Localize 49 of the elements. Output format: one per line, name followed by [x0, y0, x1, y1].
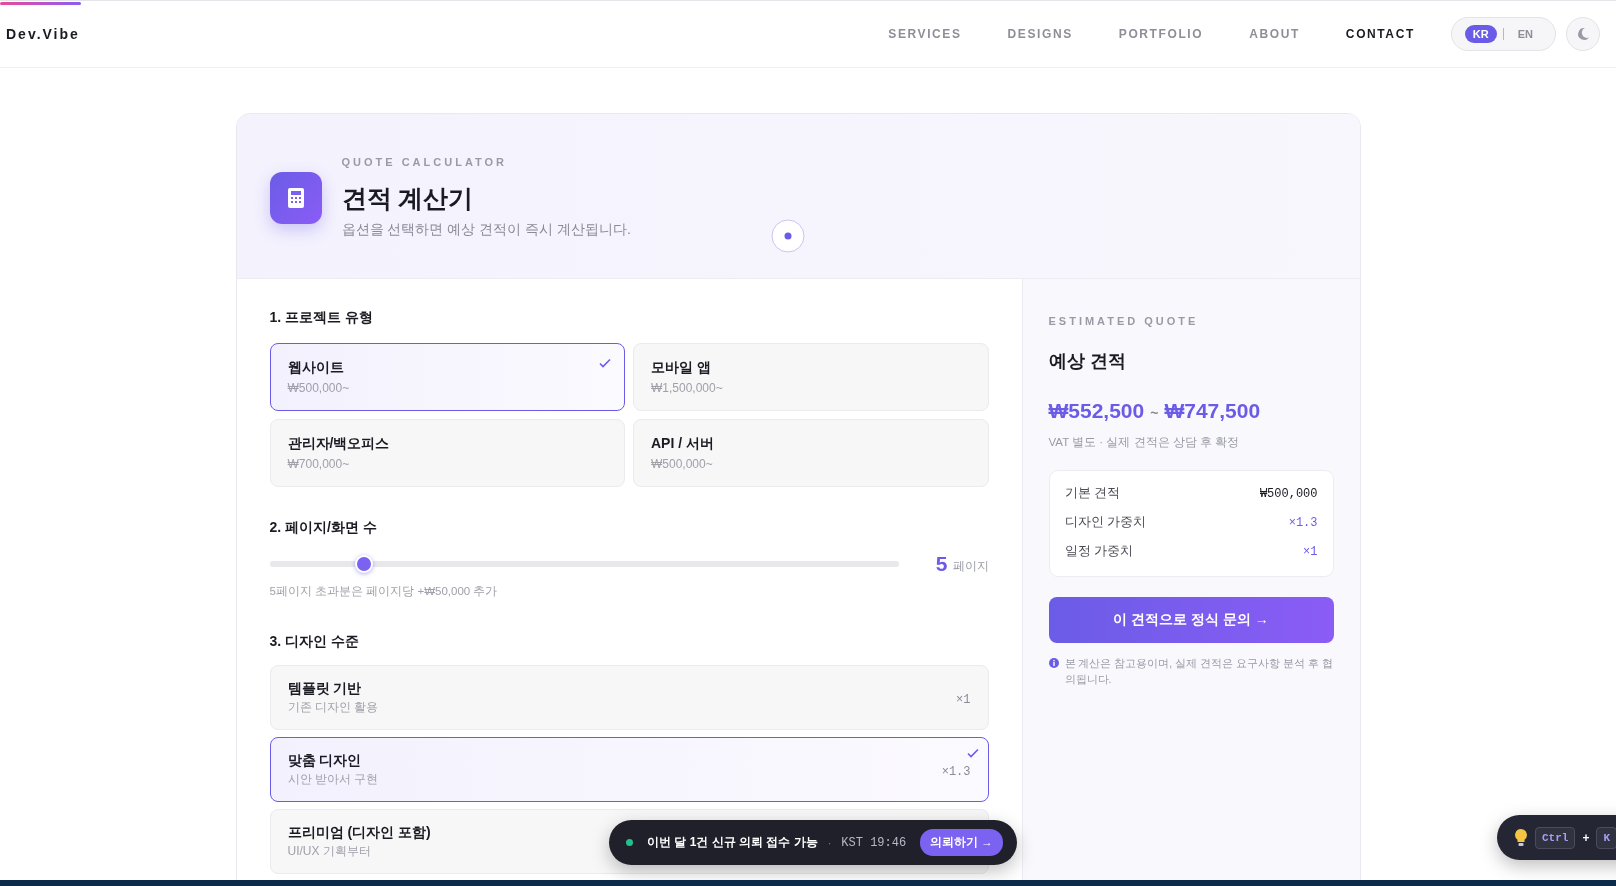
lightbulb-icon — [1514, 827, 1528, 848]
project-type-option[interactable]: 관리자/백오피스 ₩700,000~ — [269, 419, 625, 487]
calculator-subtitle: 옵션을 선택하면 예상 견적이 즉시 계산됩니다. — [341, 221, 631, 239]
page-count-hint: 5페이지 초과분은 페이지당 +₩50,000 추가 — [269, 584, 499, 599]
calculator-title: 견적 계산기 — [341, 183, 475, 214]
section-eyebrow: ESTIMATED QUOTE — [1048, 315, 1200, 327]
calculator-icon — [269, 172, 322, 224]
disclaimer-text: 본 계산은 참고용이며, 실제 견적은 요구사항 분석 후 협의됩니다. — [1064, 656, 1334, 688]
range-separator: ~ — [1150, 405, 1159, 421]
nav-link[interactable]: CONTACT — [1345, 27, 1415, 41]
check-icon — [965, 746, 980, 760]
section-title: 1. 프로젝트 유형 — [269, 309, 374, 327]
slider-thumb[interactable] — [354, 555, 373, 573]
design-level-option[interactable]: 맞춤 디자인 시안 받아서 구현 ×1.3 — [269, 737, 989, 802]
theme-toggle-button[interactable] — [1566, 17, 1600, 51]
keyboard-key: K — [1596, 826, 1616, 849]
availability-message: 이번 달 1건 신규 의뢰 접수 가능 — [647, 834, 818, 851]
breakdown-label: 일정 가중치 — [1064, 543, 1133, 560]
inquiry-button[interactable]: 이 견적으로 정식 문의 → — [1048, 597, 1334, 643]
quote-title: 예상 견적 — [1048, 350, 1127, 373]
section-eyebrow: QUOTE CALCULATOR — [341, 156, 509, 168]
breakdown-label: 디자인 가중치 — [1064, 514, 1146, 531]
page-count-value: 5 — [935, 552, 948, 576]
check-icon — [598, 356, 612, 370]
section-title: 3. 디자인 수준 — [269, 633, 360, 651]
page-count-unit: 페이지 — [952, 558, 989, 575]
moon-icon — [1575, 26, 1591, 42]
quote-min-amount: ₩552,500 — [1048, 399, 1145, 423]
breakdown-value: ₩500,000 — [1259, 486, 1318, 501]
design-level-option[interactable]: 템플릿 기반 기존 디자인 활용 ×1 — [269, 665, 989, 730]
keyboard-key: Ctrl — [1535, 826, 1576, 849]
quote-max-amount: ₩747,500 — [1164, 399, 1261, 423]
clock-time: KST 19:46 — [841, 835, 907, 850]
project-type-option[interactable]: API / 서버 ₩500,000~ — [633, 419, 989, 487]
plus-sign: + — [1582, 830, 1590, 845]
breakdown-value: ×1.3 — [1288, 515, 1318, 530]
circle-dot-icon — [770, 219, 805, 253]
quote-note: VAT 별도 · 실제 견적은 상담 후 확정 — [1048, 435, 1241, 450]
project-type-option[interactable]: 웹사이트 ₩500,000~ — [269, 343, 625, 411]
language-option[interactable]: KR — [1464, 25, 1497, 43]
info-icon — [1048, 658, 1059, 668]
section-title: 2. 페이지/화면 수 — [269, 519, 378, 537]
status-dot-icon — [626, 839, 633, 846]
request-button[interactable]: 의뢰하기 → — [920, 829, 1003, 856]
project-type-option[interactable]: 모바일 앱 ₩1,500,000~ — [633, 343, 989, 411]
breakdown-value: ×1 — [1303, 544, 1318, 559]
breakdown-label: 기본 견적 — [1064, 485, 1120, 502]
logo[interactable]: Dev.Vibe — [6, 26, 80, 42]
separator-dot: · — [827, 836, 832, 849]
